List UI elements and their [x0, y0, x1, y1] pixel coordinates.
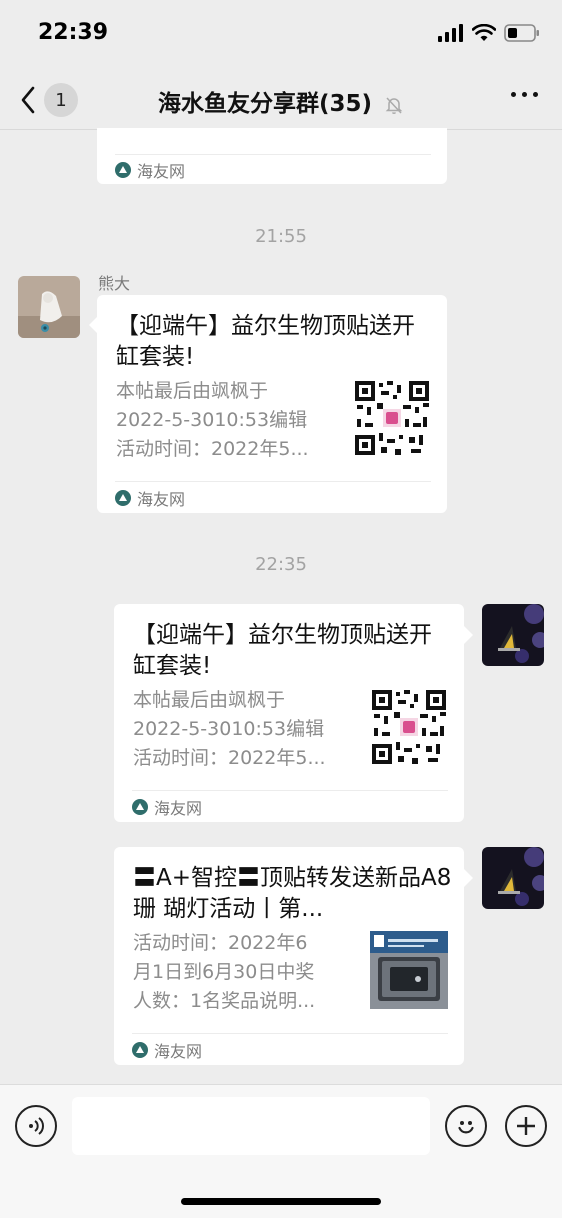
desc-line: 活动时间：2022年5... — [116, 438, 309, 460]
desc-line: 本帖最后由飒枫于 — [133, 689, 286, 711]
timestamp: 22:35 — [255, 554, 307, 575]
qr-code-thumbnail — [370, 688, 448, 766]
card-source: 海友网 — [115, 481, 431, 513]
card-source: 海友网 — [132, 790, 448, 822]
card-title: 〓A+智控〓顶贴转发送新品A8珊 瑚灯活动丨第... — [133, 865, 452, 922]
more-dot — [533, 92, 538, 97]
my-avatar[interactable] — [482, 847, 544, 909]
source-logo-icon — [132, 798, 148, 815]
bubble-tail — [464, 869, 473, 887]
group-title: 海水鱼友分享群(35) — [157, 91, 372, 117]
desc-line: 月1日到6月30日中奖 — [133, 961, 315, 983]
status-icons — [438, 24, 540, 42]
qr-code-thumbnail — [353, 379, 431, 457]
wifi-icon — [472, 24, 496, 41]
card-description: 本帖最后由飒枫于 2022-5-3010:53编辑 活动时间：2022年5... — [116, 377, 336, 464]
more-dot — [522, 92, 527, 97]
timestamp: 21:55 — [255, 226, 307, 247]
my-avatar[interactable] — [482, 604, 544, 666]
voice-icon — [29, 1117, 44, 1135]
desc-line: 本帖最后由飒枫于 — [116, 380, 269, 402]
plus-icon — [517, 1117, 535, 1135]
emoji-button[interactable] — [445, 1105, 487, 1147]
bubble-tail — [464, 626, 473, 644]
status-time: 22:39 — [38, 20, 109, 45]
page-title: 海水鱼友分享群(35) — [0, 84, 562, 118]
source-name: 海友网 — [137, 161, 186, 181]
source-name: 海友网 — [137, 489, 186, 509]
desc-line: 人数：1名奖品说明... — [133, 990, 316, 1012]
source-logo-icon — [115, 489, 131, 506]
more-functions-button[interactable] — [505, 1105, 547, 1147]
link-card-partial[interactable]: 海友网 — [97, 128, 447, 184]
more-dot — [511, 92, 516, 97]
source-name: 海友网 — [154, 1041, 203, 1061]
sender-name: 熊大 — [98, 274, 131, 293]
battery-icon — [504, 24, 539, 42]
link-card[interactable]: 〓A+智控〓顶贴转发送新品A8珊 瑚灯活动丨第... 活动时间：2022年6 月… — [114, 847, 464, 1065]
muted-bell-icon — [385, 96, 403, 114]
link-card[interactable]: 【迎端午】益尔生物顶贴送开缸套装! 本帖最后由飒枫于 2022-5-3010:5… — [97, 295, 447, 513]
chat-nav-bar: 1 海水鱼友分享群(35) — [0, 70, 562, 130]
card-title: 【迎端午】益尔生物顶贴送开缸套装! — [116, 313, 415, 370]
desc-line: 活动时间：2022年5... — [133, 747, 326, 769]
signal-icon — [438, 24, 463, 42]
source-name: 海友网 — [154, 798, 203, 818]
desc-line: 2022-5-3010:53编辑 — [116, 409, 308, 431]
card-description: 本帖最后由飒枫于 2022-5-3010:53编辑 活动时间：2022年5... — [133, 686, 353, 773]
status-bar: 22:39 — [0, 0, 562, 70]
product-thumbnail — [370, 931, 448, 1009]
emoji-icon — [458, 1121, 474, 1134]
card-description: 活动时间：2022年6 月1日到6月30日中奖 人数：1名奖品说明... — [133, 929, 353, 1016]
home-indicator[interactable] — [181, 1198, 381, 1205]
avatar[interactable] — [18, 276, 80, 338]
card-source: 海友网 — [115, 154, 431, 184]
source-logo-icon — [115, 161, 131, 178]
card-source: 海友网 — [132, 1033, 448, 1065]
source-logo-icon — [132, 1041, 148, 1058]
card-title: 【迎端午】益尔生物顶贴送开缸套装! — [133, 622, 432, 679]
desc-line: 2022-5-3010:53编辑 — [133, 718, 325, 740]
link-card[interactable]: 【迎端午】益尔生物顶贴送开缸套装! 本帖最后由飒枫于 2022-5-3010:5… — [114, 604, 464, 822]
more-options-button[interactable] — [511, 92, 538, 97]
voice-input-button[interactable] — [15, 1105, 57, 1147]
desc-line: 活动时间：2022年6 — [133, 932, 308, 954]
message-input[interactable] — [72, 1097, 430, 1155]
